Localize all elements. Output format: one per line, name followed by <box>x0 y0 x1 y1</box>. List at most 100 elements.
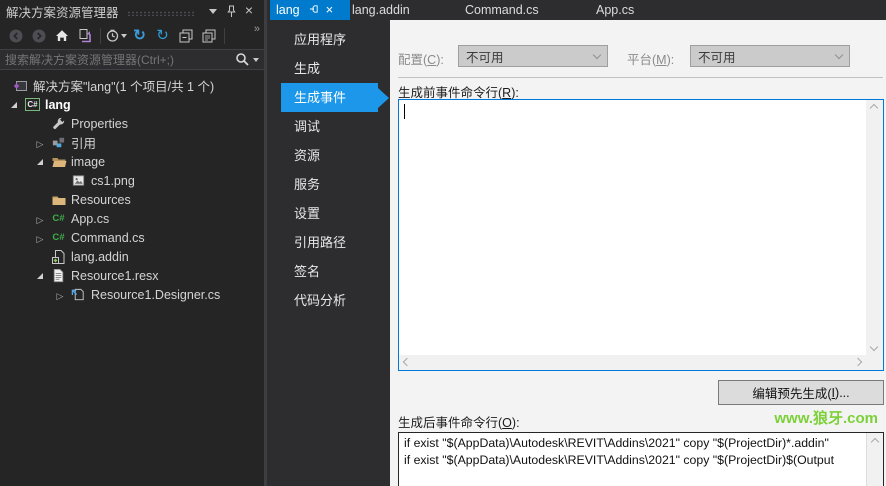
platform-select: 不可用 <box>690 45 850 67</box>
folder-icon <box>50 192 67 208</box>
chevron-down-icon <box>834 50 844 59</box>
nav-item-build[interactable]: 生成 <box>281 54 378 83</box>
chevron-down-icon <box>209 8 217 14</box>
scroll-left-icon[interactable] <box>402 357 412 367</box>
tree-row-references[interactable]: 引用 <box>0 133 264 152</box>
tree-item-label: lang.addin <box>71 249 129 264</box>
designer-file-icon <box>70 287 87 302</box>
toolbar-separator <box>100 27 101 44</box>
preview-selected-items-button[interactable] <box>197 25 220 47</box>
preview-selected-items-icon <box>202 29 215 42</box>
platform-value: 不可用 <box>698 50 736 65</box>
forward-icon <box>32 29 45 42</box>
panel-title: 解决方案资源管理器 <box>6 5 119 20</box>
prebuild-command-textarea[interactable] <box>398 99 884 371</box>
close-panel-button[interactable] <box>240 2 258 20</box>
tree-row-app-cs[interactable]: C# App.cs <box>0 209 264 228</box>
sync-button[interactable] <box>151 25 174 47</box>
refresh-button[interactable] <box>128 25 151 47</box>
nav-item-settings[interactable]: 设置 <box>281 199 378 228</box>
scroll-right-icon[interactable] <box>853 357 863 367</box>
search-icon[interactable] <box>235 52 250 67</box>
window-position-menu-button[interactable] <box>204 2 222 20</box>
expand-arrow-icon[interactable] <box>30 272 50 279</box>
configuration-label: 配置(C): <box>398 53 444 67</box>
tree-row-image-folder[interactable]: image <box>0 152 264 171</box>
references-icon <box>50 135 67 150</box>
section-separator <box>398 77 883 78</box>
home-icon <box>55 29 68 41</box>
back-button[interactable] <box>4 25 27 47</box>
pin-tab-button[interactable] <box>309 3 319 17</box>
tree-row-cs1-png[interactable]: cs1.png <box>0 171 264 190</box>
tree-item-label: 引用 <box>71 137 97 151</box>
text-caret <box>404 104 405 119</box>
tab-lang[interactable]: lang <box>270 0 350 20</box>
tree-row-solution[interactable]: 解决方案"lang"(1 个项目/共 1 个) <box>0 76 264 95</box>
pending-changes-filter-button[interactable] <box>105 25 128 47</box>
vertical-scrollbar[interactable] <box>866 100 883 355</box>
forward-button[interactable] <box>27 25 50 47</box>
tree-row-properties[interactable]: Properties <box>0 114 264 133</box>
tree-row-resources-folder[interactable]: Resources <box>0 190 264 209</box>
tab-app-cs[interactable]: App.cs <box>596 0 634 20</box>
horizontal-scrollbar[interactable] <box>399 355 866 370</box>
collapse-all-icon <box>179 29 192 42</box>
search-box <box>0 49 264 70</box>
tree-row-project[interactable]: C# lang <box>0 95 264 114</box>
close-icon <box>245 2 253 20</box>
resx-file-icon <box>50 268 67 283</box>
close-tab-button[interactable] <box>326 3 334 17</box>
nav-item-code-analysis[interactable]: 代码分析 <box>281 286 378 315</box>
toolbar-overflow-button[interactable]: » <box>254 23 260 35</box>
edit-prebuild-button[interactable]: 编辑预先生成(I)... <box>718 380 884 405</box>
nav-item-services[interactable]: 服务 <box>281 170 378 199</box>
postbuild-command-label: 生成后事件命令行(O): <box>398 416 520 430</box>
pin-icon <box>309 5 318 13</box>
sync-with-active-document-icon <box>79 28 91 42</box>
sync-with-active-document-button[interactable] <box>73 25 96 47</box>
image-file-icon <box>70 173 87 188</box>
solution-explorer-panel: 解决方案资源管理器 × ↻ ↻ » 搜索解决方案资源管理器(Ctrl+;) 解决… <box>0 0 264 486</box>
collapse-all-button[interactable] <box>174 25 197 47</box>
postbuild-command-textarea[interactable]: if exist "$(AppData)\Autodesk\REVIT\Addi… <box>398 432 884 486</box>
clock-icon <box>106 29 119 42</box>
home-button[interactable] <box>50 25 73 47</box>
search-options-chevron-icon[interactable] <box>253 57 259 62</box>
wrench-icon <box>50 116 67 131</box>
nav-item-application[interactable]: 应用程序 <box>281 25 378 54</box>
tab-lang-addin[interactable]: lang.addin <box>352 0 410 20</box>
nav-item-build-events[interactable]: 生成事件 <box>281 83 389 112</box>
scroll-up-icon[interactable] <box>869 103 879 113</box>
nav-item-resources[interactable]: 资源 <box>281 141 378 170</box>
csharp-project-icon: C# <box>25 98 40 111</box>
nav-item-debug[interactable]: 调试 <box>281 112 378 141</box>
nav-item-signing[interactable]: 签名 <box>281 257 378 286</box>
search-input[interactable] <box>5 52 235 67</box>
command-line: if exist "$(AppData)\Autodesk\REVIT\Addi… <box>404 453 835 467</box>
scroll-down-icon[interactable] <box>869 342 879 352</box>
tree-row-lang-addin[interactable]: lang.addin <box>0 247 264 266</box>
drag-grip[interactable] <box>126 10 196 16</box>
expand-arrow-icon[interactable] <box>30 158 50 165</box>
tree-item-label: Resources <box>71 192 131 207</box>
pin-panel-button[interactable] <box>222 2 240 20</box>
tree-row-resource1-designer-cs[interactable]: Resource1.Designer.cs <box>0 285 264 304</box>
vertical-scrollbar[interactable] <box>866 433 883 486</box>
tree-item-label: 解决方案"lang"(1 个项目/共 1 个) <box>33 80 215 94</box>
solution-icon <box>12 78 29 94</box>
expand-arrow-icon[interactable] <box>30 231 50 245</box>
tab-command-cs[interactable]: Command.cs <box>465 0 539 20</box>
tree-row-command-cs[interactable]: C# Command.cs <box>0 228 264 247</box>
expand-arrow-icon[interactable] <box>4 101 24 108</box>
scroll-up-icon[interactable] <box>870 437 880 447</box>
expand-arrow-icon[interactable] <box>30 212 50 226</box>
tree-row-resource1-resx[interactable]: Resource1.resx <box>0 266 264 285</box>
nav-item-reference-paths[interactable]: 引用路径 <box>281 228 378 257</box>
tree-item-label: lang <box>45 97 71 112</box>
expand-arrow-icon[interactable] <box>50 288 70 302</box>
expand-arrow-icon[interactable] <box>30 136 50 150</box>
command-line: if exist "$(AppData)\Autodesk\REVIT\Addi… <box>404 436 829 450</box>
csharp-file-icon: C# <box>52 213 65 224</box>
tree-item-label: image <box>71 154 106 169</box>
